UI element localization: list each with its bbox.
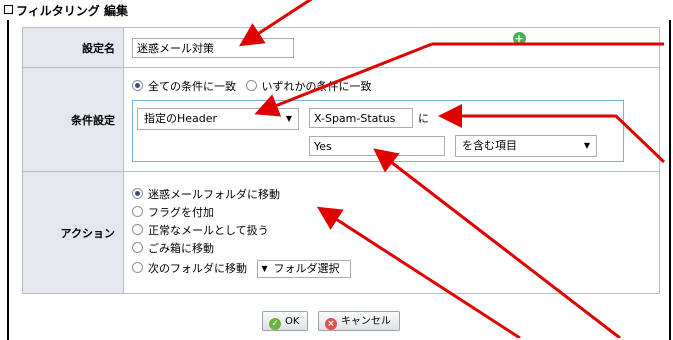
operator-select[interactable]: を含む項目 ▼ [455, 134, 597, 157]
add-condition-icon[interactable]: + [512, 31, 526, 45]
condition-box: 指定のHeader ▼ X-Spam-Status に Yes を含む項目 ▼ [132, 99, 624, 162]
dropdown-arrow-icon: ▼ [285, 113, 292, 123]
match-any-option[interactable]: いずれかの条件に一致 [245, 79, 372, 93]
radio-icon[interactable] [132, 241, 143, 253]
action-option[interactable]: ごみ箱に移動 [132, 240, 659, 258]
name-input[interactable]: 迷惑メール対策 [132, 37, 294, 58]
header-value-input[interactable]: Yes [309, 135, 445, 156]
name-label: 設定名 [22, 27, 124, 68]
radio-icon[interactable] [132, 79, 143, 91]
dropdown-arrow-icon: ▼ [261, 263, 268, 273]
header-name-input[interactable]: X-Spam-Status [309, 107, 413, 128]
radio-icon[interactable] [245, 79, 257, 91]
radio-icon[interactable] [132, 261, 143, 273]
action-option[interactable]: 次のフォルダに移動 ▼ フォルダ選択 [132, 258, 659, 280]
action-option[interactable]: フラグを付加 [132, 204, 659, 222]
match-all-option[interactable]: 全ての条件に一致 [132, 79, 236, 93]
condition-label: 条件設定 [22, 67, 124, 172]
radio-icon[interactable] [132, 187, 143, 199]
ok-button[interactable]: ✓ OK [262, 311, 309, 331]
action-option[interactable]: 迷惑メールフォルダに移動 [132, 186, 659, 204]
filter-form: 設定名 迷惑メール対策 条件設定 全ての条件に一致 いずれかの条件に一致 指定の… [22, 27, 660, 294]
radio-icon[interactable] [132, 223, 143, 235]
radio-icon[interactable] [132, 205, 143, 217]
action-label: アクション [22, 171, 124, 294]
action-option[interactable]: 正常なメールとして扱う [132, 222, 659, 240]
header-select[interactable]: 指定のHeader ▼ [137, 107, 299, 130]
panel-title: フィルタリング 編集 [4, 2, 128, 20]
cancel-button[interactable]: × キャンセル [317, 311, 400, 331]
particle-text: に [418, 111, 429, 125]
folder-select[interactable]: ▼ フォルダ選択 [256, 259, 351, 278]
dropdown-arrow-icon: ▼ [583, 140, 590, 150]
square-bullet-icon [4, 5, 13, 14]
x-icon: × [324, 318, 337, 330]
check-icon: ✓ [269, 318, 281, 330]
